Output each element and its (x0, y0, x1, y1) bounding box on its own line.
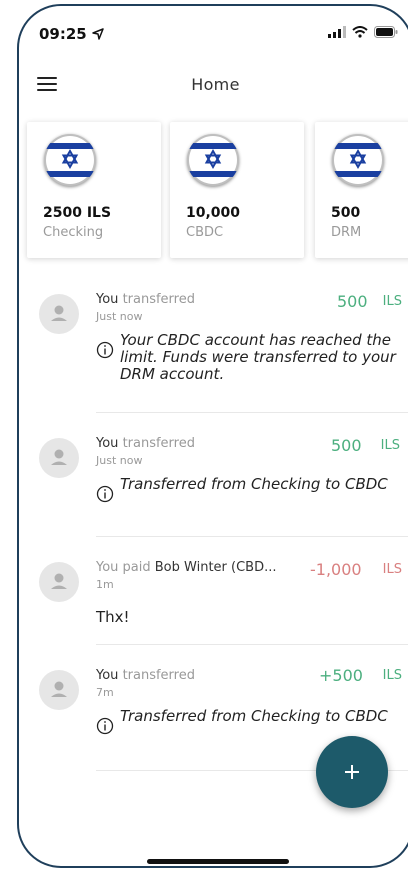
feed-currency: ILS (380, 438, 400, 453)
feed-actor: You transferred (96, 436, 195, 451)
divider (96, 536, 408, 537)
info-icon (96, 341, 114, 359)
avatar (39, 438, 79, 478)
status-time: 09:25 (39, 25, 104, 43)
feed-currency: ILS (382, 294, 402, 309)
status-icons (328, 26, 398, 38)
accounts-carousel[interactable]: 2500 ILS Checking 10,000 CBDC 500 DRM (27, 122, 408, 262)
account-card-cbdc[interactable]: 10,000 CBDC (170, 122, 304, 258)
feed-amount: 500 (331, 436, 362, 455)
feed-amount: 500 (337, 292, 368, 311)
home-indicator[interactable] (147, 859, 289, 864)
feed-amount: -1,000 (310, 560, 362, 579)
page-title: Home (191, 75, 240, 94)
account-amount: 500 (331, 205, 361, 221)
signal-icon (328, 26, 346, 38)
plus-icon (345, 765, 359, 779)
feed-time: Just now (96, 310, 143, 323)
divider (96, 412, 408, 413)
feed-time: 1m (96, 578, 114, 591)
israel-flag-icon (187, 134, 239, 186)
battery-icon (374, 26, 398, 38)
feed-actor: You paid Bob Winter (CBD... (96, 560, 277, 575)
feed-note: Your CBDC account has reached the limit.… (96, 332, 400, 383)
add-button[interactable] (316, 736, 388, 808)
info-icon (96, 717, 114, 735)
location-arrow-icon (92, 28, 104, 40)
account-label: CBDC (186, 225, 224, 240)
account-label: DRM (331, 225, 362, 240)
status-bar: 09:25 (19, 6, 408, 56)
avatar (39, 294, 79, 334)
divider (96, 644, 408, 645)
feed-note: Transferred from Checking to CBDC (96, 476, 400, 503)
israel-flag-icon (332, 134, 384, 186)
feed-note: Transferred from Checking to CBDC (96, 708, 400, 735)
feed-time: 7m (96, 686, 114, 699)
avatar (39, 670, 79, 710)
feed-currency: ILS (382, 668, 402, 683)
phone-frame: 09:25 Home 2500 ILS Checking 10,000 CBDC… (17, 4, 408, 868)
feed-amount: +500 (319, 666, 363, 685)
account-amount: 2500 ILS (43, 205, 112, 221)
feed-actor: You transferred (96, 668, 195, 683)
account-card-checking[interactable]: 2500 ILS Checking (27, 122, 161, 258)
feed-actor: You transferred (96, 292, 195, 307)
feed-note: Thx! (96, 608, 130, 626)
israel-flag-icon (44, 134, 96, 186)
account-amount: 10,000 (186, 205, 241, 221)
account-card-drm[interactable]: 500 DRM (315, 122, 408, 258)
app-header: Home (19, 61, 408, 111)
account-label: Checking (43, 225, 104, 240)
wifi-icon (352, 26, 368, 38)
avatar (39, 562, 79, 602)
feed-currency: ILS (382, 562, 402, 577)
info-icon (96, 485, 114, 503)
feed-time: Just now (96, 454, 143, 467)
